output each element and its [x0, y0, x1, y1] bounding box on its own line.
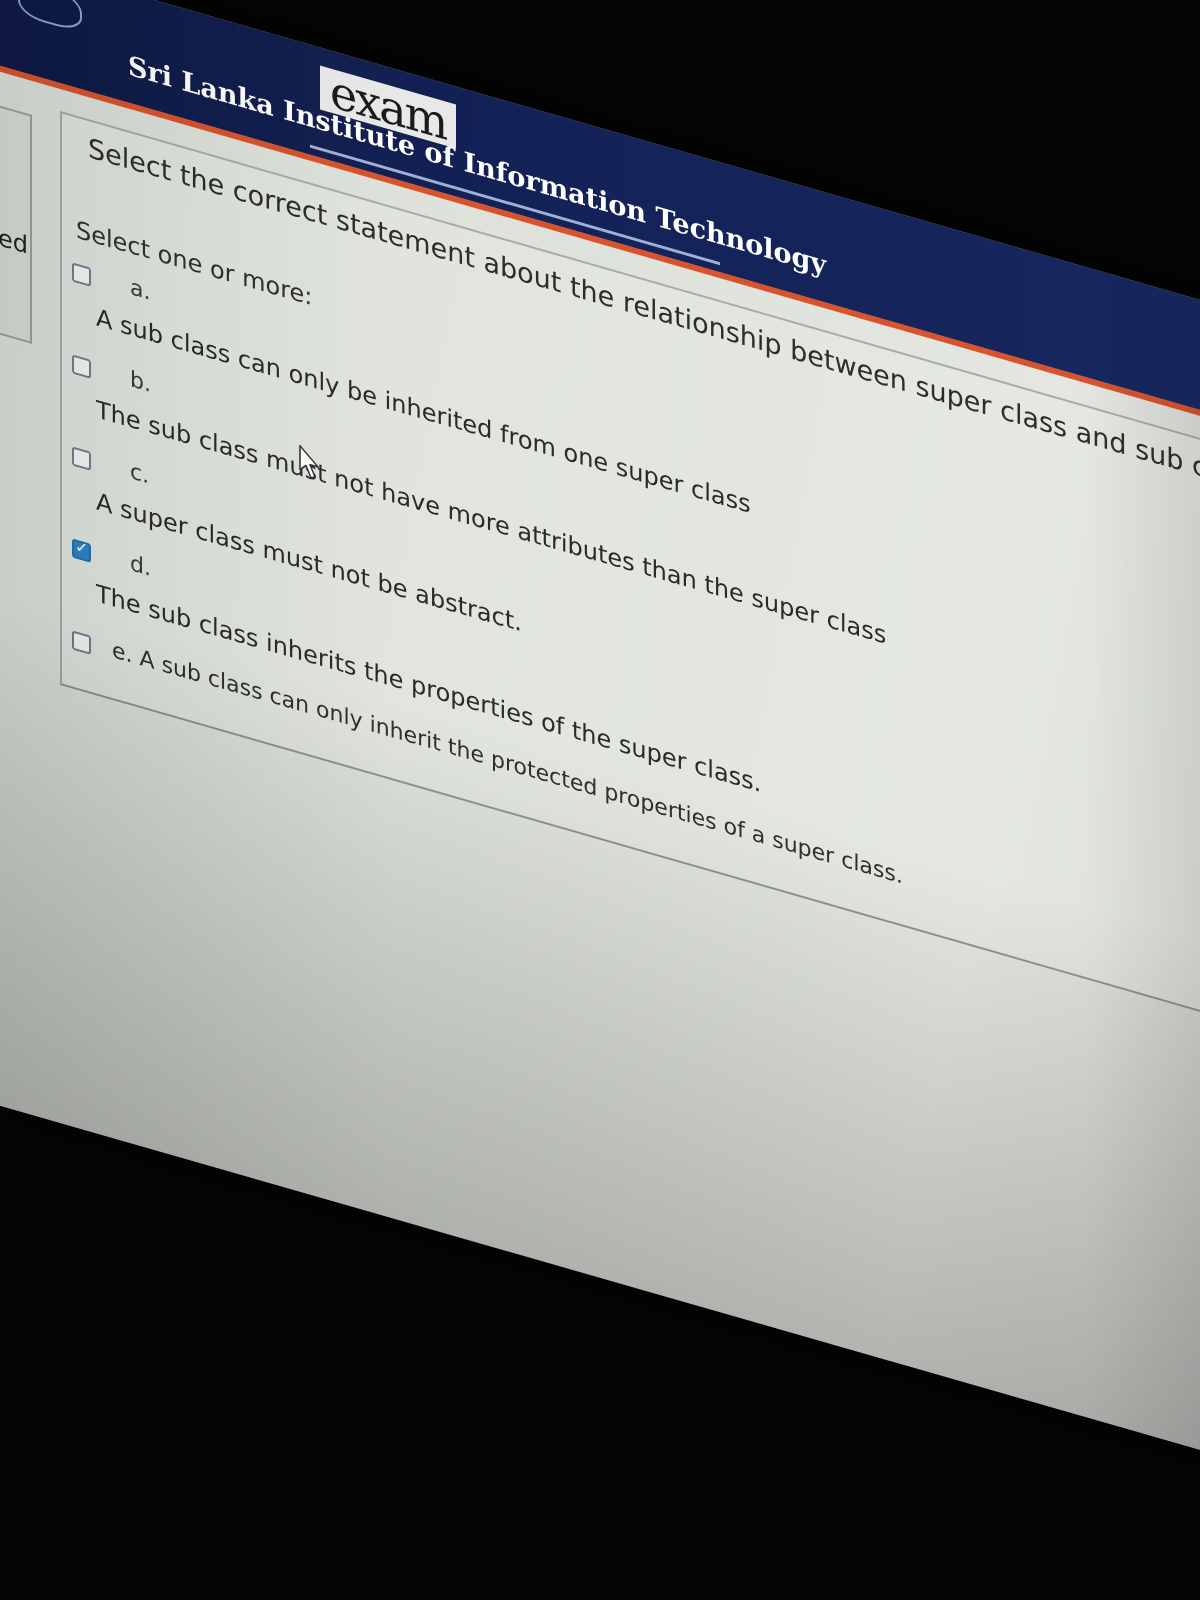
monitor-screen: exam Sri Lanka Institute of Information … — [0, 0, 1200, 1496]
option-d-checkbox[interactable]: ✓ — [72, 536, 91, 563]
mouse-pointer-icon — [299, 444, 319, 479]
option-d-letter: d. — [130, 551, 151, 583]
globe-logo-icon — [18, 0, 82, 34]
option-a-checkbox[interactable] — [72, 262, 91, 287]
option-c-checkbox[interactable] — [72, 446, 91, 471]
option-e-checkbox[interactable] — [72, 630, 91, 655]
checkmark-icon: ✓ — [75, 536, 89, 560]
option-a-letter: a. — [130, 275, 151, 306]
navigation-side-panel[interactable]: ed — [0, 100, 32, 344]
option-b-letter: b. — [130, 367, 151, 399]
option-b-checkbox[interactable] — [72, 354, 91, 379]
photo-frame: exam Sri Lanka Institute of Information … — [0, 0, 1200, 1600]
option-c-letter: c. — [130, 459, 150, 490]
side-panel-label: ed — [0, 223, 28, 260]
